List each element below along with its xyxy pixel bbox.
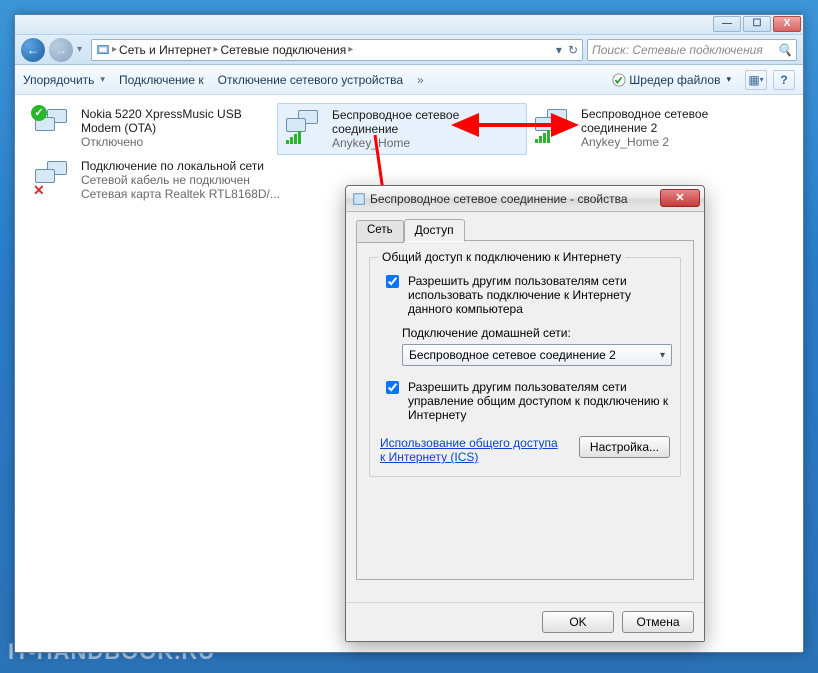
connection-item[interactable]: ✕ Подключение по локальной сети Сетевой … — [27, 155, 297, 205]
properties-dialog: Беспроводное сетевое соединение - свойст… — [345, 185, 705, 642]
conn-status: Отключено — [81, 135, 271, 149]
ics-help-link[interactable]: Использование общего доступа к Интернету… — [380, 436, 560, 464]
allow-control-checkbox-row[interactable]: Разрешить другим пользователям сети упра… — [382, 380, 670, 422]
close-button[interactable]: X — [773, 16, 801, 32]
allow-control-checkbox[interactable] — [386, 381, 399, 394]
address-bar[interactable]: ▸ Сеть и Интернет ▸ Сетевые подключения … — [91, 39, 583, 61]
view-options-button[interactable]: ▦▾ — [745, 70, 767, 90]
allow-sharing-checkbox[interactable] — [386, 275, 399, 288]
homenet-value: Беспроводное сетевое соединение 2 — [409, 348, 616, 362]
minimize-button[interactable]: — — [713, 16, 741, 32]
tab-panel: Общий доступ к подключению к Интернету Р… — [356, 240, 694, 580]
disable-device-button[interactable]: Отключение сетевого устройства — [218, 73, 403, 87]
help-button[interactable]: ? — [773, 70, 795, 90]
file-shredder-button[interactable]: Шредер файлов▾ — [612, 73, 731, 87]
breadcrumb-seg1[interactable]: Сеть и Интернет — [119, 43, 211, 57]
conn-status: Сетевой кабель не подключен — [81, 173, 291, 187]
allow-sharing-checkbox-row[interactable]: Разрешить другим пользователям сети испо… — [382, 274, 670, 316]
allow-sharing-label: Разрешить другим пользователям сети испо… — [408, 274, 670, 316]
search-input[interactable]: Поиск: Сетевые подключения 🔍 — [587, 39, 797, 61]
search-placeholder: Поиск: Сетевые подключения — [592, 43, 763, 57]
forward-button[interactable]: → — [49, 38, 73, 62]
breadcrumb-seg2[interactable]: Сетевые подключения — [220, 43, 346, 57]
back-button[interactable]: ← — [21, 38, 45, 62]
shredder-label: Шредер файлов — [629, 73, 720, 87]
conn-name: Беспроводное сетевое соединение 2 — [581, 107, 771, 135]
conn-name: Nokia 5220 XpressMusic USB Modem (OTA) — [81, 107, 271, 135]
ok-button[interactable]: OK — [542, 611, 614, 633]
refresh-icon[interactable]: ↻ — [568, 43, 578, 57]
connection-item[interactable]: ✓ Nokia 5220 XpressMusic USB Modem (OTA)… — [27, 103, 277, 153]
organize-menu[interactable]: Упорядочить — [23, 73, 105, 87]
maximize-button[interactable]: ☐ — [743, 16, 771, 32]
dialog-footer: OK Отмена — [346, 602, 704, 641]
conn-name: Беспроводное сетевое соединение — [332, 108, 520, 136]
breadcrumb-sep: ▸ — [213, 44, 218, 55]
allow-control-label: Разрешить другим пользователям сети упра… — [408, 380, 670, 422]
toolbar: Упорядочить Подключение к Отключение сет… — [15, 65, 803, 95]
connection-item[interactable]: Беспроводное сетевое соединение 2 Anykey… — [527, 103, 777, 153]
modem-icon: ✓ — [33, 107, 75, 145]
group-legend: Общий доступ к подключению к Интернету — [378, 250, 625, 264]
conn-device: Сетевая карта Realtek RTL8168D/... — [81, 187, 291, 201]
breadcrumb-sep: ▸ — [112, 44, 117, 55]
tab-strip: Сеть Доступ — [356, 218, 694, 241]
tab-network[interactable]: Сеть — [356, 220, 404, 243]
lan-icon: ✕ — [33, 159, 75, 197]
wifi-icon — [533, 107, 575, 145]
dialog-icon — [352, 192, 366, 206]
nav-bar: ← → ▾ ▸ Сеть и Интернет ▸ Сетевые подклю… — [15, 35, 803, 65]
conn-name: Подключение по локальной сети — [81, 159, 291, 173]
conn-status: Anykey_Home 2 — [581, 135, 771, 149]
connect-to-button[interactable]: Подключение к — [119, 73, 204, 87]
cancel-button[interactable]: Отмена — [622, 611, 694, 633]
titlebar[interactable]: — ☐ X — [15, 15, 803, 35]
homenet-combobox[interactable]: Беспроводное сетевое соединение 2 — [402, 344, 672, 366]
search-icon: 🔍 — [777, 43, 792, 57]
homenet-label: Подключение домашней сети: — [402, 326, 670, 340]
window-buttons: — ☐ X — [711, 16, 801, 32]
address-icon — [96, 43, 110, 57]
dialog-titlebar[interactable]: Беспроводное сетевое соединение - свойст… — [346, 186, 704, 212]
settings-button[interactable]: Настройка... — [579, 436, 670, 458]
dialog-close-button[interactable]: ✕ — [660, 189, 700, 207]
tab-sharing[interactable]: Доступ — [404, 219, 465, 242]
breadcrumb-sep: ▸ — [348, 44, 353, 55]
connection-item[interactable]: Беспроводное сетевое соединение Anykey_H… — [277, 103, 527, 155]
wifi-icon — [284, 108, 326, 146]
addr-dropdown-icon[interactable]: ▾ — [556, 43, 562, 57]
dialog-title: Беспроводное сетевое соединение - свойст… — [370, 192, 628, 206]
history-dropdown-icon[interactable]: ▾ — [77, 44, 87, 55]
ics-groupbox: Общий доступ к подключению к Интернету Р… — [369, 257, 681, 477]
conn-status: Anykey_Home — [332, 136, 520, 150]
